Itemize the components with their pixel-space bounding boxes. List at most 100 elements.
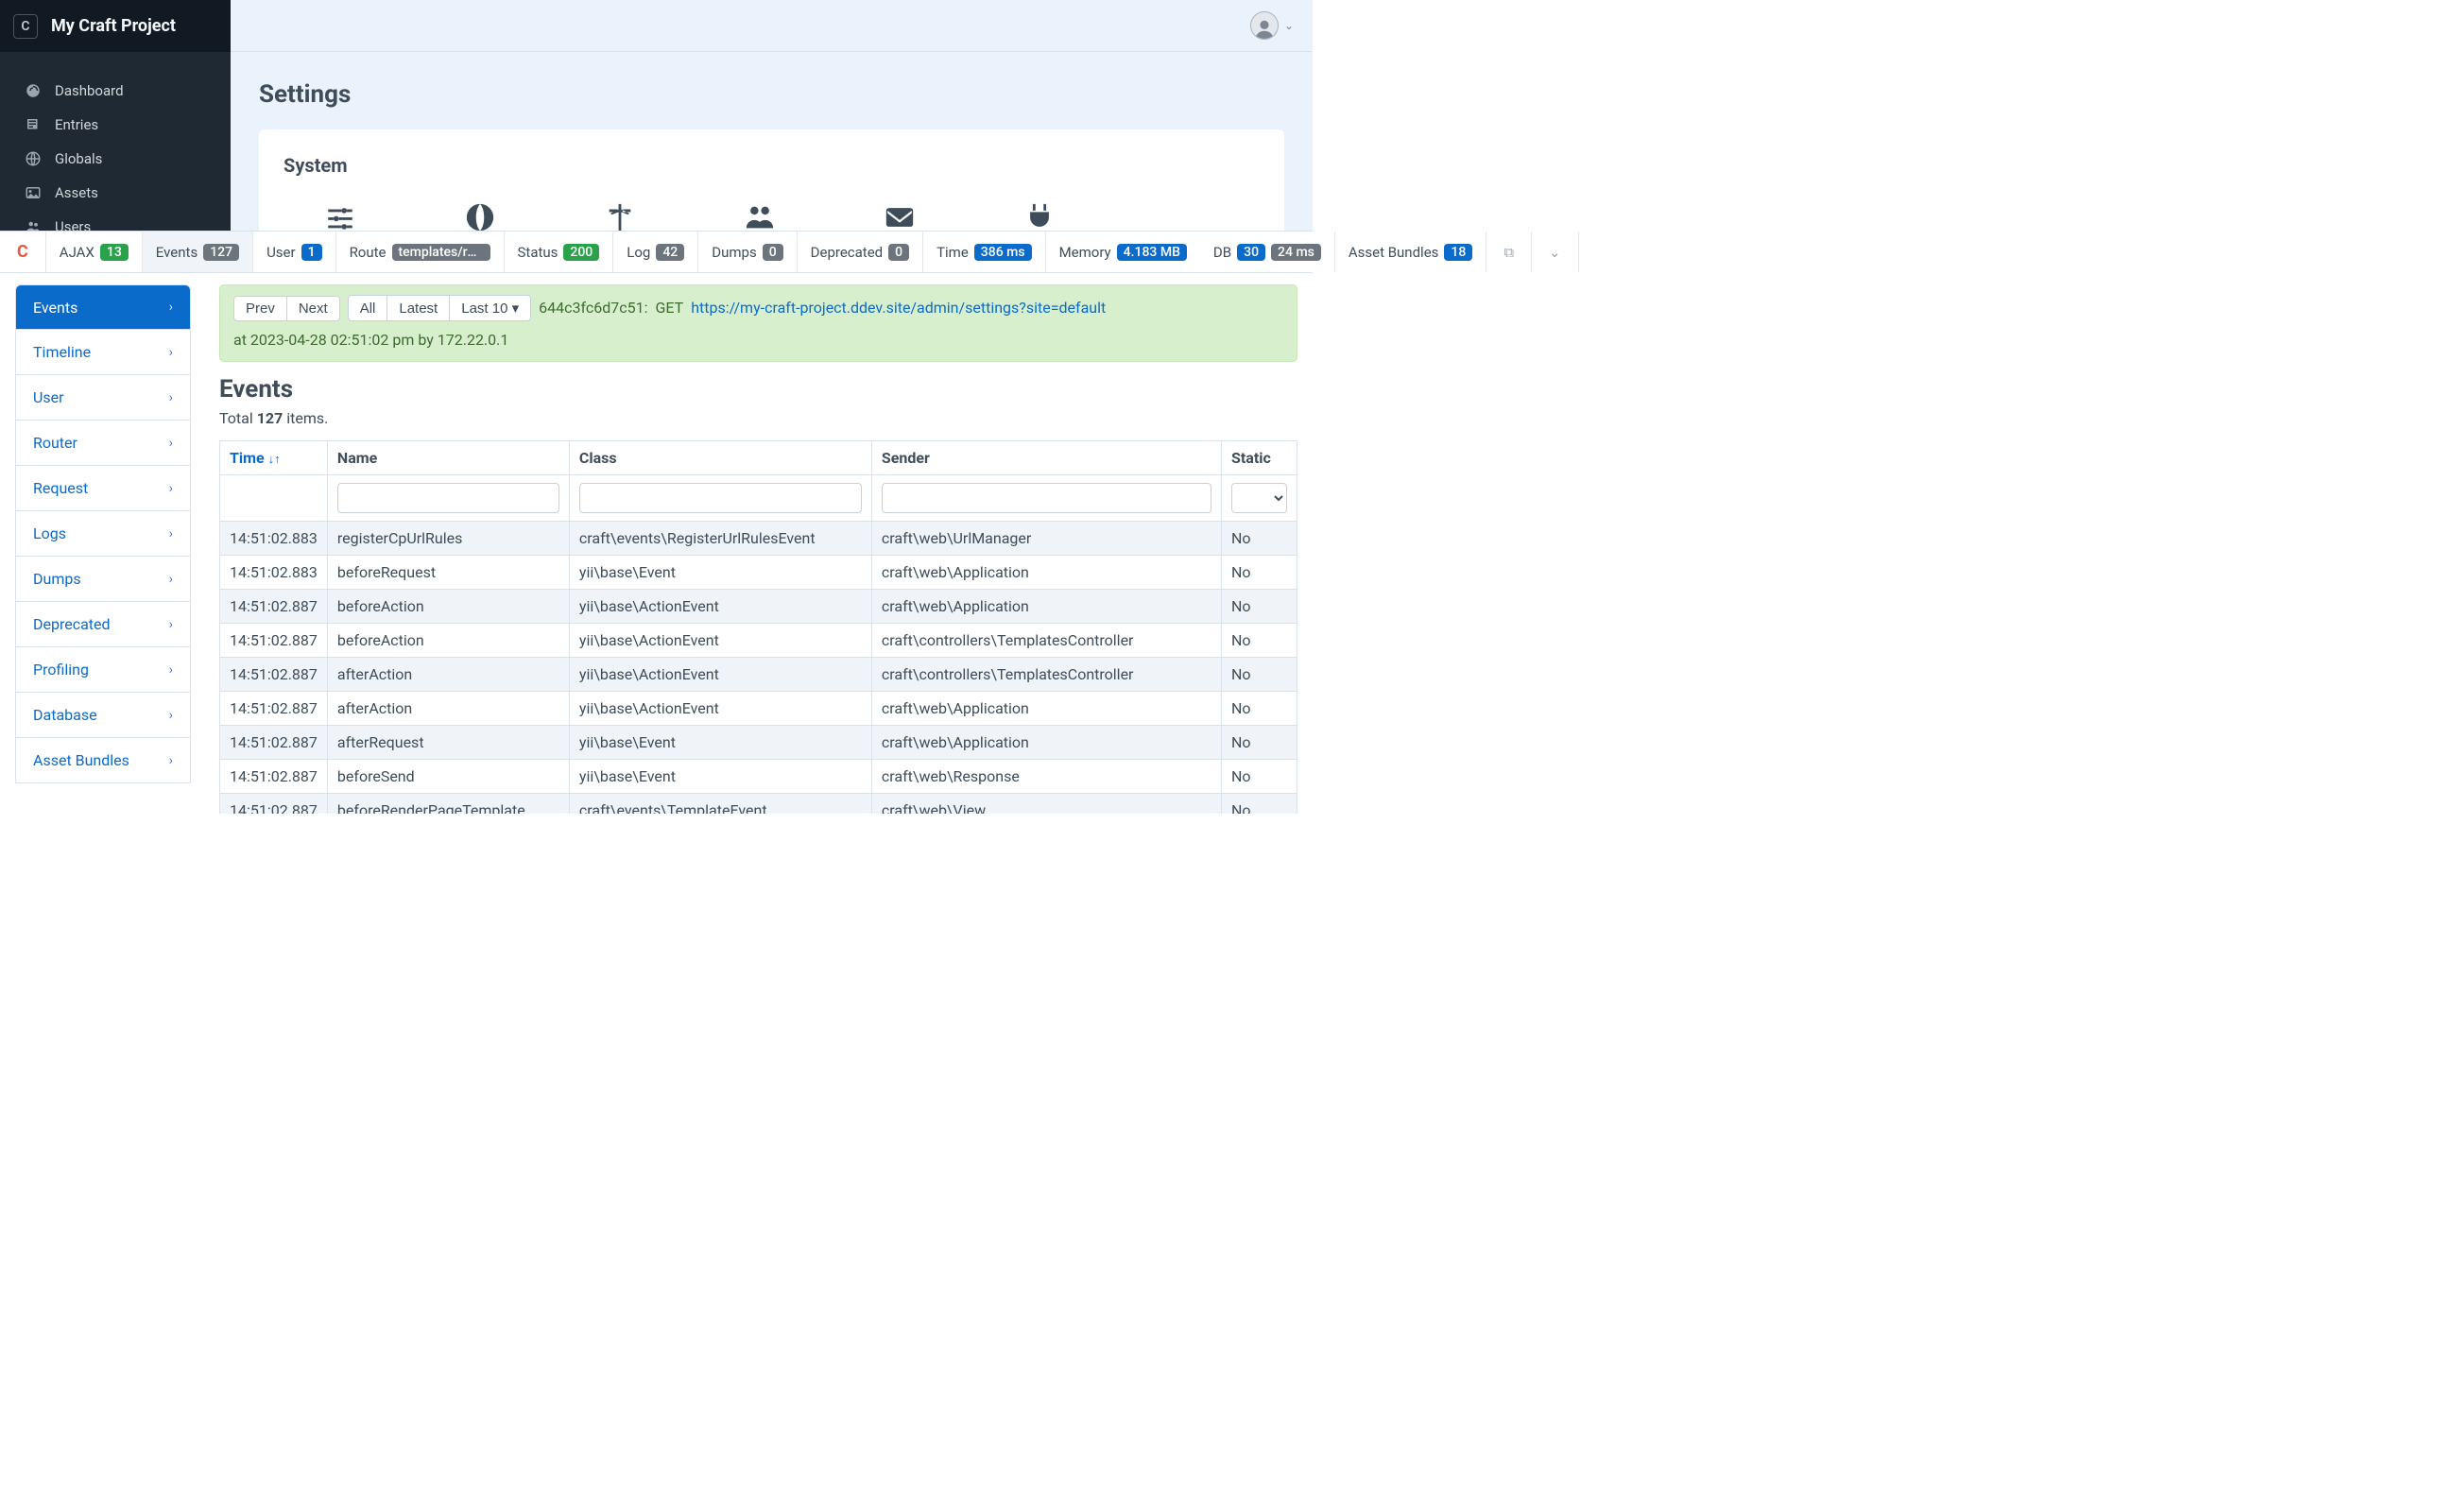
globe-icon xyxy=(25,150,42,167)
debug-cell-label: Deprecated xyxy=(811,244,883,261)
debug-side-logs[interactable]: Logs› xyxy=(15,511,191,557)
debug-side-events[interactable]: Events› xyxy=(15,284,191,330)
people-icon[interactable] xyxy=(737,201,782,233)
col-sender[interactable]: Sender xyxy=(871,441,1221,475)
table-cell: 14:51:02.883 xyxy=(220,556,328,590)
debug-cell-asset-bundles[interactable]: Asset Bundles18 xyxy=(1335,232,1486,272)
nav-button-group: Prev Next xyxy=(233,296,340,321)
plugin-icon[interactable] xyxy=(1017,201,1062,233)
request-url[interactable]: https://my-craft-project.ddev.site/admin… xyxy=(691,297,1106,319)
prev-button[interactable]: Prev xyxy=(233,296,287,321)
debug-cell-db[interactable]: DB3024 ms xyxy=(1200,232,1335,272)
admin-topbar: ⌄ xyxy=(231,0,1313,52)
settings-heading: System xyxy=(284,154,1260,177)
nav-entries[interactable]: Entries xyxy=(0,108,231,142)
site-name[interactable]: My Craft Project xyxy=(51,16,176,36)
table-cell: craft\web\View xyxy=(871,794,1221,815)
debug-side-label: Asset Bundles xyxy=(33,751,129,769)
debug-side-label: Database xyxy=(33,706,97,724)
debug-side-request[interactable]: Request› xyxy=(15,466,191,511)
site-logo[interactable]: C xyxy=(13,14,38,39)
col-static[interactable]: Static xyxy=(1222,441,1297,475)
request-method: GET xyxy=(656,297,684,319)
chevron-right-icon: › xyxy=(169,617,173,632)
col-class[interactable]: Class xyxy=(569,441,871,475)
debug-cell-time[interactable]: Time386 ms xyxy=(923,232,1045,272)
table-row[interactable]: 14:51:02.883beforeRequestyii\base\Eventc… xyxy=(220,556,1297,590)
table-row[interactable]: 14:51:02.887beforeActionyii\base\ActionE… xyxy=(220,624,1297,658)
debug-cell-label: User xyxy=(266,244,296,261)
table-row[interactable]: 14:51:02.887afterActionyii\base\ActionEv… xyxy=(220,692,1297,726)
debug-cell-route[interactable]: Routetemplates/re… xyxy=(336,232,505,272)
table-row[interactable]: 14:51:02.887afterRequestyii\base\Eventcr… xyxy=(220,726,1297,760)
nav-globals[interactable]: Globals xyxy=(0,142,231,176)
table-cell: beforeAction xyxy=(327,590,569,624)
debug-cell-log[interactable]: Log42 xyxy=(613,232,698,272)
routes-icon[interactable] xyxy=(597,201,643,233)
debug-side-deprecated[interactable]: Deprecated› xyxy=(15,602,191,647)
table-cell: No xyxy=(1222,590,1297,624)
debug-logo[interactable]: C xyxy=(0,232,46,272)
chevron-down-icon[interactable]: ⌄ xyxy=(1531,232,1579,272)
table-cell: craft\web\Application xyxy=(871,726,1221,760)
debug-cell-user[interactable]: User1 xyxy=(253,232,335,272)
table-cell: No xyxy=(1222,522,1297,556)
page-title: Settings xyxy=(259,80,1284,109)
filter-static-select[interactable] xyxy=(1231,483,1287,513)
filter-class-input[interactable] xyxy=(579,483,862,513)
debug-cell-dumps[interactable]: Dumps0 xyxy=(698,232,797,272)
sliders-icon[interactable] xyxy=(318,201,363,233)
debug-main: Prev Next All Latest Last 10 ▾ 644c3fc6d… xyxy=(206,273,1313,814)
badge: 30 xyxy=(1237,244,1265,261)
table-row[interactable]: 14:51:02.887beforeSendyii\base\Eventcraf… xyxy=(220,760,1297,794)
table-row[interactable]: 14:51:02.887beforeActionyii\base\ActionE… xyxy=(220,590,1297,624)
table-cell: craft\web\Application xyxy=(871,590,1221,624)
table-cell: craft\web\Application xyxy=(871,556,1221,590)
debug-side-database[interactable]: Database › xyxy=(15,693,191,738)
chevron-down-icon: ⌄ xyxy=(1284,19,1294,32)
debug-side-profiling[interactable]: Profiling› xyxy=(15,647,191,693)
next-button[interactable]: Next xyxy=(287,296,340,321)
debug-body: Events›Timeline›User›Router›Request›Logs… xyxy=(0,273,1313,814)
chevron-right-icon: › xyxy=(169,526,173,541)
last10-button[interactable]: Last 10 ▾ xyxy=(450,295,531,321)
debug-side-dumps[interactable]: Dumps› xyxy=(15,557,191,602)
nav-assets[interactable]: Assets xyxy=(0,176,231,210)
table-row[interactable]: 14:51:02.883registerCpUrlRulescraft\even… xyxy=(220,522,1297,556)
debug-side-router[interactable]: Router› xyxy=(15,421,191,466)
table-cell: 14:51:02.887 xyxy=(220,624,328,658)
table-row[interactable]: 14:51:02.887beforeRenderPageTemplatecraf… xyxy=(220,794,1297,815)
debug-side-user[interactable]: User› xyxy=(15,375,191,421)
settings-icon-row xyxy=(284,201,1260,233)
all-button[interactable]: All xyxy=(348,295,388,321)
chevron-right-icon: › xyxy=(169,708,173,723)
debug-side-asset-bundles[interactable]: Asset Bundles› xyxy=(15,738,191,783)
filter-name-input[interactable] xyxy=(337,483,559,513)
table-cell: beforeRequest xyxy=(327,556,569,590)
debug-side-label: Timeline xyxy=(33,343,91,361)
latest-button[interactable]: Latest xyxy=(387,295,450,321)
debug-cell-events[interactable]: Events127 xyxy=(143,232,253,272)
globe-icon[interactable] xyxy=(457,201,503,233)
email-icon[interactable] xyxy=(877,201,922,233)
table-cell: afterAction xyxy=(327,692,569,726)
debug-cell-deprecated[interactable]: Deprecated0 xyxy=(798,232,923,272)
table-row[interactable]: 14:51:02.887afterActionyii\base\ActionEv… xyxy=(220,658,1297,692)
col-time[interactable]: Time↓↑ xyxy=(220,441,328,475)
debug-sidebar: Events›Timeline›User›Router›Request›Logs… xyxy=(0,273,206,814)
col-name[interactable]: Name xyxy=(327,441,569,475)
user-menu[interactable]: ⌄ xyxy=(1250,11,1294,40)
chevron-right-icon: › xyxy=(169,390,173,405)
debug-cell-ajax[interactable]: AJAX13 xyxy=(46,232,143,272)
badge: 18 xyxy=(1444,244,1472,261)
nav-dashboard[interactable]: Dashboard xyxy=(0,74,231,108)
debug-side-timeline[interactable]: Timeline› xyxy=(15,330,191,375)
admin-body: Settings System xyxy=(231,52,1313,232)
external-link-icon[interactable]: ⧉ xyxy=(1486,232,1531,272)
debug-cell-status[interactable]: Status200 xyxy=(505,232,614,272)
table-cell: afterAction xyxy=(327,658,569,692)
debug-cell-memory[interactable]: Memory4.183 MB xyxy=(1046,232,1200,272)
request-hash: 644c3fc6d7c51: xyxy=(539,297,647,319)
badge: 127 xyxy=(203,244,239,261)
filter-sender-input[interactable] xyxy=(882,483,1211,513)
